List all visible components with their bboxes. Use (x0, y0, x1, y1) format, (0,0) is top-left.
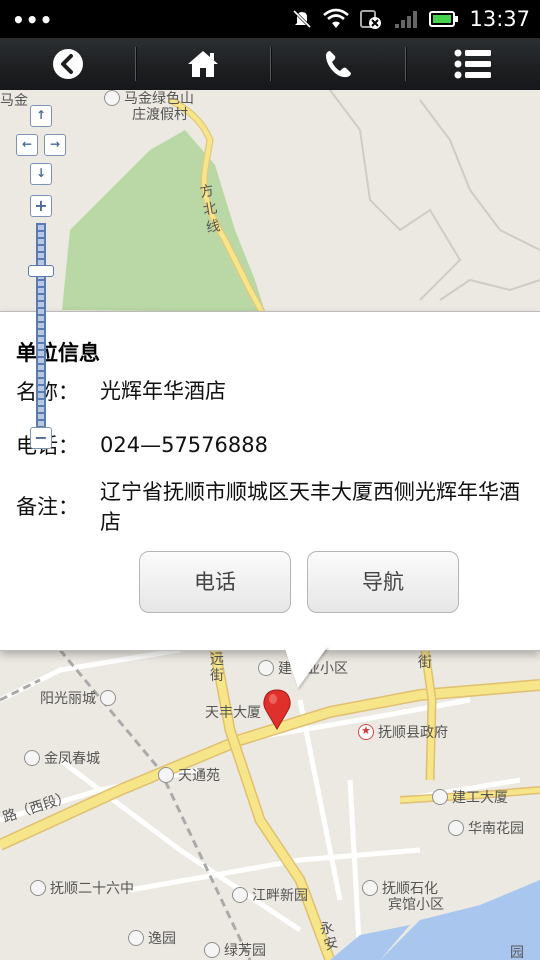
home-icon (187, 51, 218, 77)
phone-icon (325, 51, 351, 78)
map-poi-jiangong[interactable]: 建工大厦 (432, 787, 508, 807)
poi-icon (24, 750, 40, 766)
map-poi-jiangpan[interactable]: 江畔新园 (232, 885, 308, 905)
poi-icon (432, 789, 448, 805)
notification-dots-icon: ••• (12, 8, 54, 32)
road-label-jie: 街 (418, 655, 432, 671)
status-bar: ••• 13:37 (0, 0, 540, 38)
popup-pointer (284, 646, 328, 688)
school-icon (30, 880, 46, 896)
park-icon (204, 942, 220, 958)
location-pin-icon[interactable] (262, 688, 292, 730)
map-poi-yiyuan[interactable]: 逸园 (128, 928, 176, 948)
call-button[interactable] (270, 38, 405, 90)
poi-icon (232, 887, 248, 903)
map-poi-petro[interactable]: 抚顺石化 宾馆小区 (362, 880, 444, 913)
menu-button[interactable] (405, 38, 540, 90)
home-button[interactable] (135, 38, 270, 90)
map-poi-tiantong[interactable]: 天通苑 (158, 765, 220, 785)
map-label: 园 (510, 945, 524, 960)
mute-icon (293, 9, 312, 29)
map-poi-lvfang[interactable]: 绿芳园 (204, 940, 266, 960)
poi-icon (362, 880, 378, 896)
zoom-in-button[interactable]: + (30, 195, 52, 217)
signal-icon (395, 11, 418, 28)
map-zoom-control: ↑ ← → ↓ + − (14, 105, 68, 455)
map-poi-county-gov[interactable]: 抚顺县政府 (358, 722, 448, 742)
top-nav-bar (0, 38, 540, 90)
battery-icon (429, 11, 459, 27)
pan-right-button[interactable]: → (44, 134, 66, 156)
pan-up-button[interactable]: ↑ (30, 105, 52, 127)
zoom-out-button[interactable]: − (30, 427, 52, 449)
status-time: 13:37 (469, 7, 530, 31)
back-icon (52, 49, 83, 79)
sim-off-icon (360, 10, 382, 29)
poi-icon (158, 767, 174, 783)
zoom-slider-track[interactable] (36, 223, 46, 445)
government-icon (358, 724, 374, 740)
park-icon (128, 930, 144, 946)
info-value-phone: 024—57576888 (100, 433, 268, 457)
info-value-note: 辽宁省抚顺市顺城区天丰大厦西侧光辉年华酒店 (100, 480, 520, 534)
call-phone-button[interactable]: 电话 (139, 551, 291, 613)
info-label-note: 备注： (16, 495, 79, 519)
wifi-icon (323, 8, 350, 28)
navigate-button[interactable]: 导航 (307, 551, 459, 613)
pan-down-button[interactable]: ↓ (30, 163, 52, 185)
map-poi-huanan[interactable]: 华南花园 (448, 818, 524, 838)
map-poi-tianfeng[interactable]: 天丰大厦 (205, 702, 261, 722)
zoom-slider-handle[interactable] (28, 265, 54, 277)
poi-icon (100, 690, 117, 706)
status-icons: 13:37 (291, 6, 530, 32)
map-poi-school26[interactable]: 抚顺二十六中 (30, 878, 134, 898)
pan-left-button[interactable]: ← (16, 134, 38, 156)
poi-icon (448, 820, 464, 836)
poi-icon (258, 660, 274, 676)
map-poi-jinfeng[interactable]: 金凤春城 (24, 748, 100, 768)
map-poi-village[interactable]: 马金绿色山 庄渡假村 (104, 90, 194, 123)
map-poi-yangguang[interactable]: 阳光丽城 (40, 688, 120, 708)
road-label-yuan: 远街 (210, 652, 224, 684)
info-value-name: 光辉年华酒店 (100, 379, 226, 403)
info-popup: 单位信息 名称： 光辉年华酒店 电话： 024—57576888 备注： 辽宁省… (0, 311, 540, 651)
back-button[interactable] (0, 38, 135, 90)
poi-icon (104, 90, 120, 106)
list-menu-icon (454, 49, 491, 79)
